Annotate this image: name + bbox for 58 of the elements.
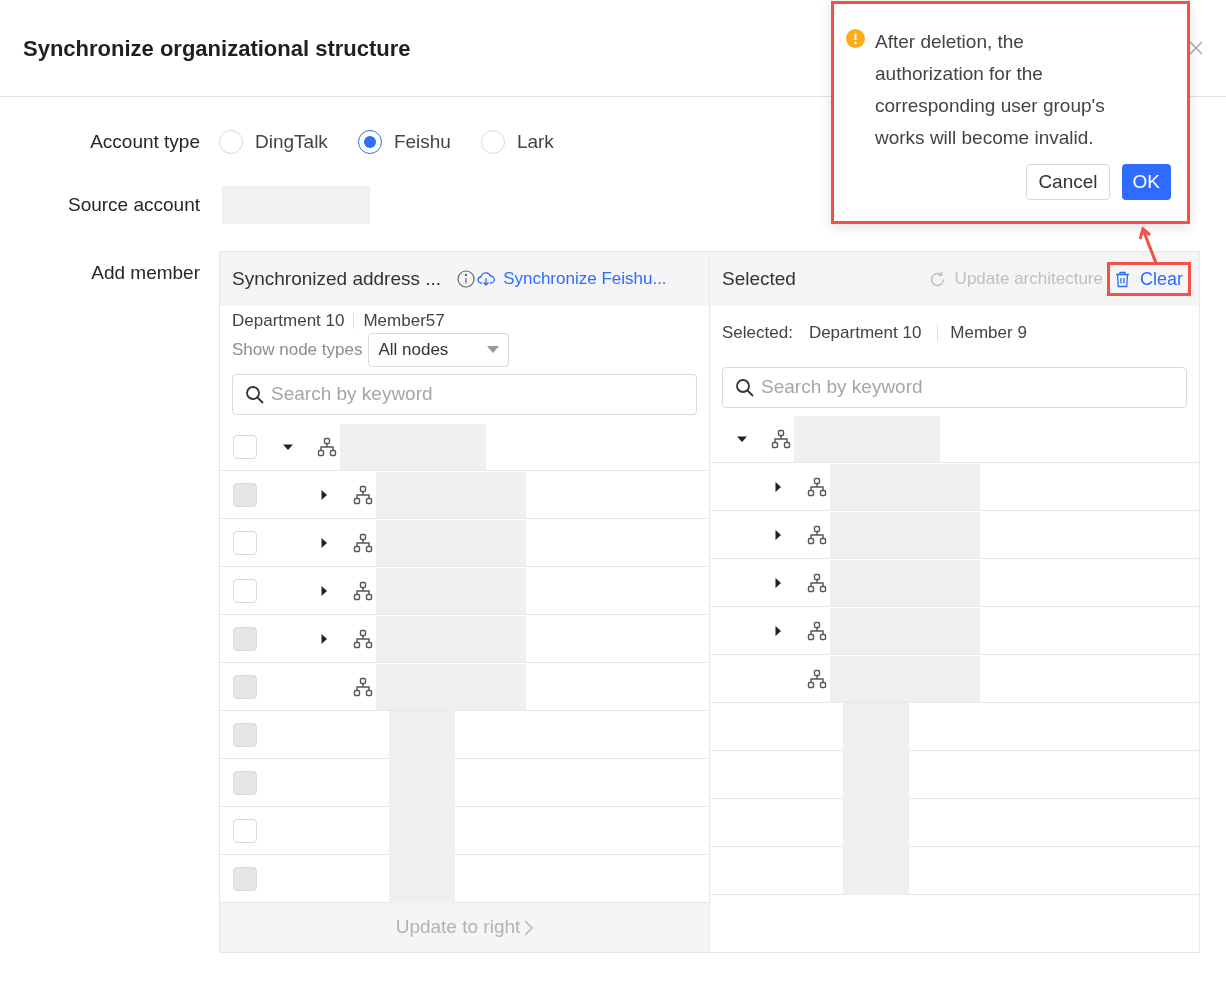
org-chart-icon <box>807 620 827 641</box>
checkbox[interactable] <box>233 818 257 843</box>
refresh-icon <box>928 270 946 288</box>
field-label: Add member <box>90 261 200 283</box>
field-label: Source account <box>66 192 200 217</box>
org-chart-icon <box>353 676 373 697</box>
annotation-arrow <box>1139 226 1159 264</box>
info-icon[interactable] <box>457 270 476 288</box>
panel-title: Synchronized address ... <box>232 266 442 291</box>
checkbox[interactable] <box>233 530 257 555</box>
org-chart-icon <box>807 668 827 689</box>
caret-icon[interactable] <box>773 625 783 636</box>
count-label: Department 10 <box>232 312 345 329</box>
search-input[interactable]: Search by keyword <box>761 373 1174 402</box>
org-chart-icon <box>807 524 827 545</box>
trash-icon <box>1115 270 1130 288</box>
count-label: Selected: <box>722 322 793 345</box>
cancel-button[interactable]: Cancel <box>1026 164 1110 200</box>
radio-option[interactable]: Lark <box>480 127 554 157</box>
clear-button[interactable]: Clear <box>1107 262 1191 296</box>
caret-icon[interactable] <box>319 537 329 548</box>
org-chart-icon <box>771 428 791 449</box>
close-icon[interactable] <box>1189 41 1203 55</box>
org-chart-icon <box>353 580 373 601</box>
org-chart-icon <box>353 484 373 505</box>
count-label: Member57 <box>353 312 445 329</box>
search-icon <box>245 384 265 405</box>
dialog-title: Synchronize organizational structure <box>23 34 411 63</box>
sync-link[interactable]: Synchronize Feishu... <box>503 266 667 292</box>
count-label: Member 9 <box>937 325 1027 341</box>
caret-icon[interactable] <box>319 585 329 596</box>
org-chart-icon <box>317 436 337 457</box>
dropdown-icon <box>487 346 500 354</box>
caret-icon[interactable] <box>773 481 783 492</box>
org-chart-icon <box>353 628 373 649</box>
node-type-select[interactable]: All nodes <box>368 333 510 367</box>
caret-icon[interactable] <box>773 577 783 588</box>
field-label: Account type <box>89 129 200 154</box>
confirm-message: After deletion, the authorization for the corresponding user group's works will become invalid. <box>875 30 1106 150</box>
org-chart-icon <box>807 476 827 497</box>
radio-option[interactable]: DingTalk <box>219 127 328 157</box>
warning-icon <box>846 29 865 48</box>
cloud-icon <box>477 270 496 288</box>
checkbox[interactable] <box>233 434 257 459</box>
panel-title: Selected <box>722 266 796 291</box>
field-label: Show node types <box>232 339 363 362</box>
count-label: Department 10 <box>808 325 922 341</box>
ok-button[interactable]: OK <box>1121 164 1171 200</box>
caret-icon[interactable] <box>773 529 783 540</box>
search-field[interactable]: Search by keyword <box>232 374 697 415</box>
search-field[interactable]: Search by keyword <box>722 367 1187 408</box>
org-chart-icon <box>353 532 373 553</box>
org-chart-icon <box>807 572 827 593</box>
search-input[interactable]: Search by keyword <box>271 380 684 409</box>
search-icon <box>735 377 755 398</box>
checkbox[interactable] <box>233 578 257 603</box>
chevron-right-icon <box>524 919 534 936</box>
radio-option[interactable]: Feishu <box>357 127 451 157</box>
